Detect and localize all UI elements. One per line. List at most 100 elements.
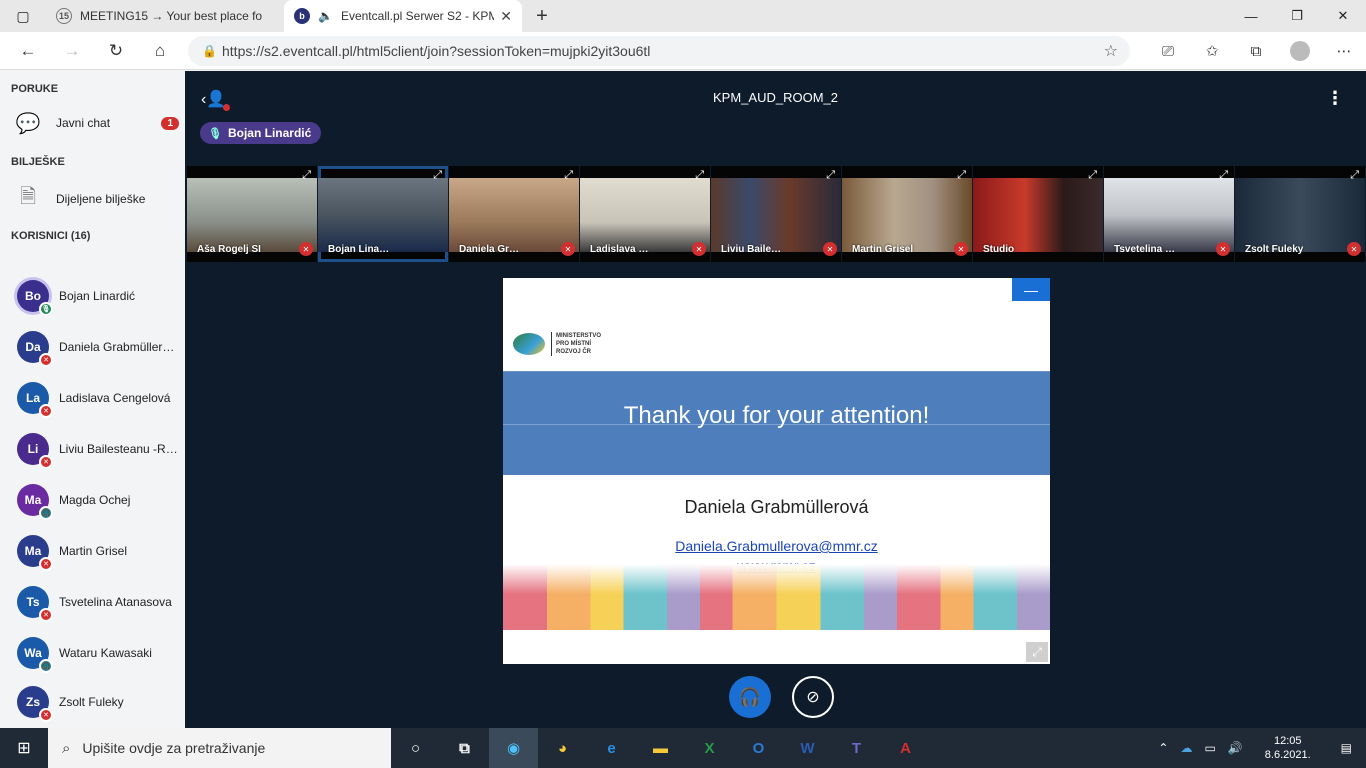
- user-name: Magda Ochej: [59, 492, 131, 507]
- home-button[interactable]: ⌂: [138, 32, 182, 70]
- video-name: Aša Rogelj SI: [197, 244, 261, 255]
- cast-icon[interactable]: ⎚: [1146, 43, 1190, 60]
- audio-button[interactable]: 🎧: [729, 676, 771, 718]
- shared-notes-item[interactable]: 🗎 Dijeljene bilješke: [0, 178, 185, 220]
- meeting15-favicon-icon: 15: [56, 8, 72, 24]
- avatar: Ma 🎧: [17, 483, 53, 520]
- video-tile[interactable]: ⤢ Ladislava … ✕: [580, 166, 710, 262]
- tray-expand-icon[interactable]: ⌃: [1152, 741, 1174, 755]
- fullscreen-icon[interactable]: ⤢: [826, 169, 835, 182]
- volume-icon[interactable]: 🔊: [1222, 741, 1249, 755]
- user-list-item[interactable]: Ts ✕ Tsvetelina Atanasova: [0, 576, 185, 627]
- acrobat-icon[interactable]: A: [881, 728, 930, 768]
- word-icon[interactable]: W: [783, 728, 832, 768]
- video-feed: [711, 178, 841, 252]
- avatar: Ma ✕: [17, 534, 53, 571]
- excel-icon[interactable]: X: [685, 728, 734, 768]
- user-name: Liviu Bailesteanu -R…: [59, 441, 177, 456]
- public-chat-item[interactable]: 💬 Javni chat 1: [0, 102, 185, 144]
- new-tab-button[interactable]: +: [522, 0, 562, 32]
- talking-indicator[interactable]: 🎙 Bojan Linardić: [200, 122, 322, 144]
- address-field[interactable]: 🔒 https://s2.eventcall.pl/html5client/jo…: [188, 36, 1130, 66]
- profile-avatar[interactable]: [1290, 41, 1310, 61]
- user-list-item[interactable]: Bo 🎙 Bojan Linardić: [0, 270, 185, 321]
- url-text: https://s2.eventcall.pl/html5client/join…: [222, 43, 651, 59]
- avatar: Da ✕: [17, 330, 53, 367]
- user-list-item[interactable]: Zs ✕ Zsolt Fuleky: [0, 678, 185, 726]
- task-view-icon[interactable]: ⧉: [440, 728, 489, 768]
- minimize-button[interactable]: —: [1228, 0, 1274, 32]
- video-feed: [973, 178, 1103, 252]
- notifications-icon[interactable]: ▤: [1327, 741, 1366, 755]
- taskbar-search[interactable]: ⌕ Upišite ovdje za pretraživanje: [48, 728, 391, 768]
- tab-eventcall[interactable]: b 🔈 Eventcall.pl Serwer S2 - KPM ✕: [284, 0, 522, 32]
- email-link[interactable]: Daniela.Grabmullerova@mmr.cz: [503, 538, 1050, 554]
- user-name: Daniela Grabmüller…: [59, 339, 175, 354]
- video-tile[interactable]: ⤢ Tsvetelina … ✕: [1104, 166, 1234, 262]
- video-tile[interactable]: ⤢ Daniela Gr… ✕: [449, 166, 579, 262]
- add-favorite-icon[interactable]: ☆: [1104, 41, 1118, 61]
- video-name: Liviu Baile…: [721, 244, 782, 255]
- fullscreen-icon[interactable]: ⤢: [1088, 169, 1097, 182]
- fullscreen-icon[interactable]: ⤢: [433, 169, 442, 182]
- close-window-button[interactable]: ✕: [1320, 0, 1366, 32]
- tab-meeting15[interactable]: 15 MEETING15 → Your best place fo: [46, 0, 284, 32]
- lock-icon[interactable]: 🔒: [202, 44, 222, 58]
- more-menu-icon[interactable]: ⋯: [1322, 42, 1366, 60]
- video-tile[interactable]: ⤢ Bojan Lina…: [318, 166, 448, 262]
- network-icon[interactable]: ▭: [1198, 741, 1221, 755]
- user-name: Wataru Kawasaki: [59, 645, 152, 660]
- window-controls: — ❐ ✕: [1228, 0, 1366, 32]
- video-tile[interactable]: ⤢ Zsolt Fuleky ✕: [1235, 166, 1365, 262]
- audio-playing-icon[interactable]: 🔈: [318, 9, 333, 23]
- close-tab-icon[interactable]: ✕: [500, 8, 512, 25]
- unread-badge: 1: [161, 116, 179, 130]
- forward-button[interactable]: →: [50, 32, 94, 70]
- onedrive-icon[interactable]: ☁: [1174, 741, 1198, 755]
- teams-icon[interactable]: T: [832, 728, 881, 768]
- user-list-item[interactable]: Wa 🎧 Wataru Kawasaki: [0, 627, 185, 678]
- chrome-icon[interactable]: ◕: [538, 728, 587, 768]
- presentation-slide: MINISTERSTVO PRO MÍSTNÍ ROZVOJ ČR Thank …: [503, 278, 1050, 664]
- options-menu-icon[interactable]: ⋮: [1326, 88, 1344, 109]
- restore-button[interactable]: ❐: [1274, 0, 1320, 32]
- user-list-item[interactable]: Ma ✕ Martin Grisel: [0, 525, 185, 576]
- logo-text: MINISTERSTVO PRO MÍSTNÍ ROZVOJ ČR: [551, 332, 611, 356]
- start-button[interactable]: ⊞: [0, 728, 48, 768]
- video-tile[interactable]: ⤢ Studio: [973, 166, 1103, 262]
- minimize-presentation-button[interactable]: —: [1012, 278, 1050, 301]
- fullscreen-icon[interactable]: ⤢: [695, 169, 704, 182]
- video-tile[interactable]: ⤢ Liviu Baile… ✕: [711, 166, 841, 262]
- public-chat-label: Javni chat: [56, 116, 111, 130]
- internet-explorer-icon[interactable]: e: [587, 728, 636, 768]
- favorites-icon[interactable]: ✩: [1190, 42, 1234, 60]
- fullscreen-icon[interactable]: ⤢: [957, 169, 966, 182]
- browser-toolbar-icons: ⎚ ✩ ⧉ ⋯: [1146, 32, 1366, 70]
- fullscreen-icon[interactable]: ⤢: [564, 169, 573, 182]
- messages-heading: PORUKE: [11, 83, 59, 95]
- clock[interactable]: 12:05 8.6.2021.: [1249, 734, 1327, 762]
- user-list-item[interactable]: Ma 🎧 Magda Ochej: [0, 474, 185, 525]
- fullscreen-presentation-button[interactable]: ⤢: [1026, 642, 1048, 662]
- fullscreen-icon[interactable]: ⤢: [1350, 169, 1359, 182]
- fullscreen-icon[interactable]: ⤢: [1219, 169, 1228, 182]
- file-explorer-icon[interactable]: ▬: [636, 728, 685, 768]
- back-button[interactable]: ←: [6, 32, 50, 70]
- user-name: Bojan Linardić: [59, 288, 136, 303]
- user-list-item[interactable]: La ✕ Ladislava Cengelová: [0, 372, 185, 423]
- user-list-item[interactable]: Da ✕ Daniela Grabmüller…: [0, 321, 185, 372]
- muted-mic-icon: ✕: [299, 242, 313, 256]
- fullscreen-icon[interactable]: ⤢: [302, 169, 311, 182]
- edge-icon[interactable]: ◉: [489, 728, 538, 768]
- muted-mic-icon: ✕: [1347, 242, 1361, 256]
- collections-icon[interactable]: ⧉: [1234, 43, 1278, 60]
- video-name: Zsolt Fuleky: [1245, 244, 1304, 255]
- camera-off-button[interactable]: ⊘: [792, 676, 834, 718]
- video-tile[interactable]: ⤢ Martin Grisel ✕: [842, 166, 972, 262]
- video-tile[interactable]: ⤢ Aša Rogelj SI ✕: [187, 166, 317, 262]
- tab-actions-icon[interactable]: ▢: [0, 0, 46, 32]
- cortana-icon[interactable]: ○: [391, 728, 440, 768]
- reload-button[interactable]: ↻: [94, 32, 138, 70]
- outlook-icon[interactable]: O: [734, 728, 783, 768]
- user-list-item[interactable]: Li ✕ Liviu Bailesteanu -R…: [0, 423, 185, 474]
